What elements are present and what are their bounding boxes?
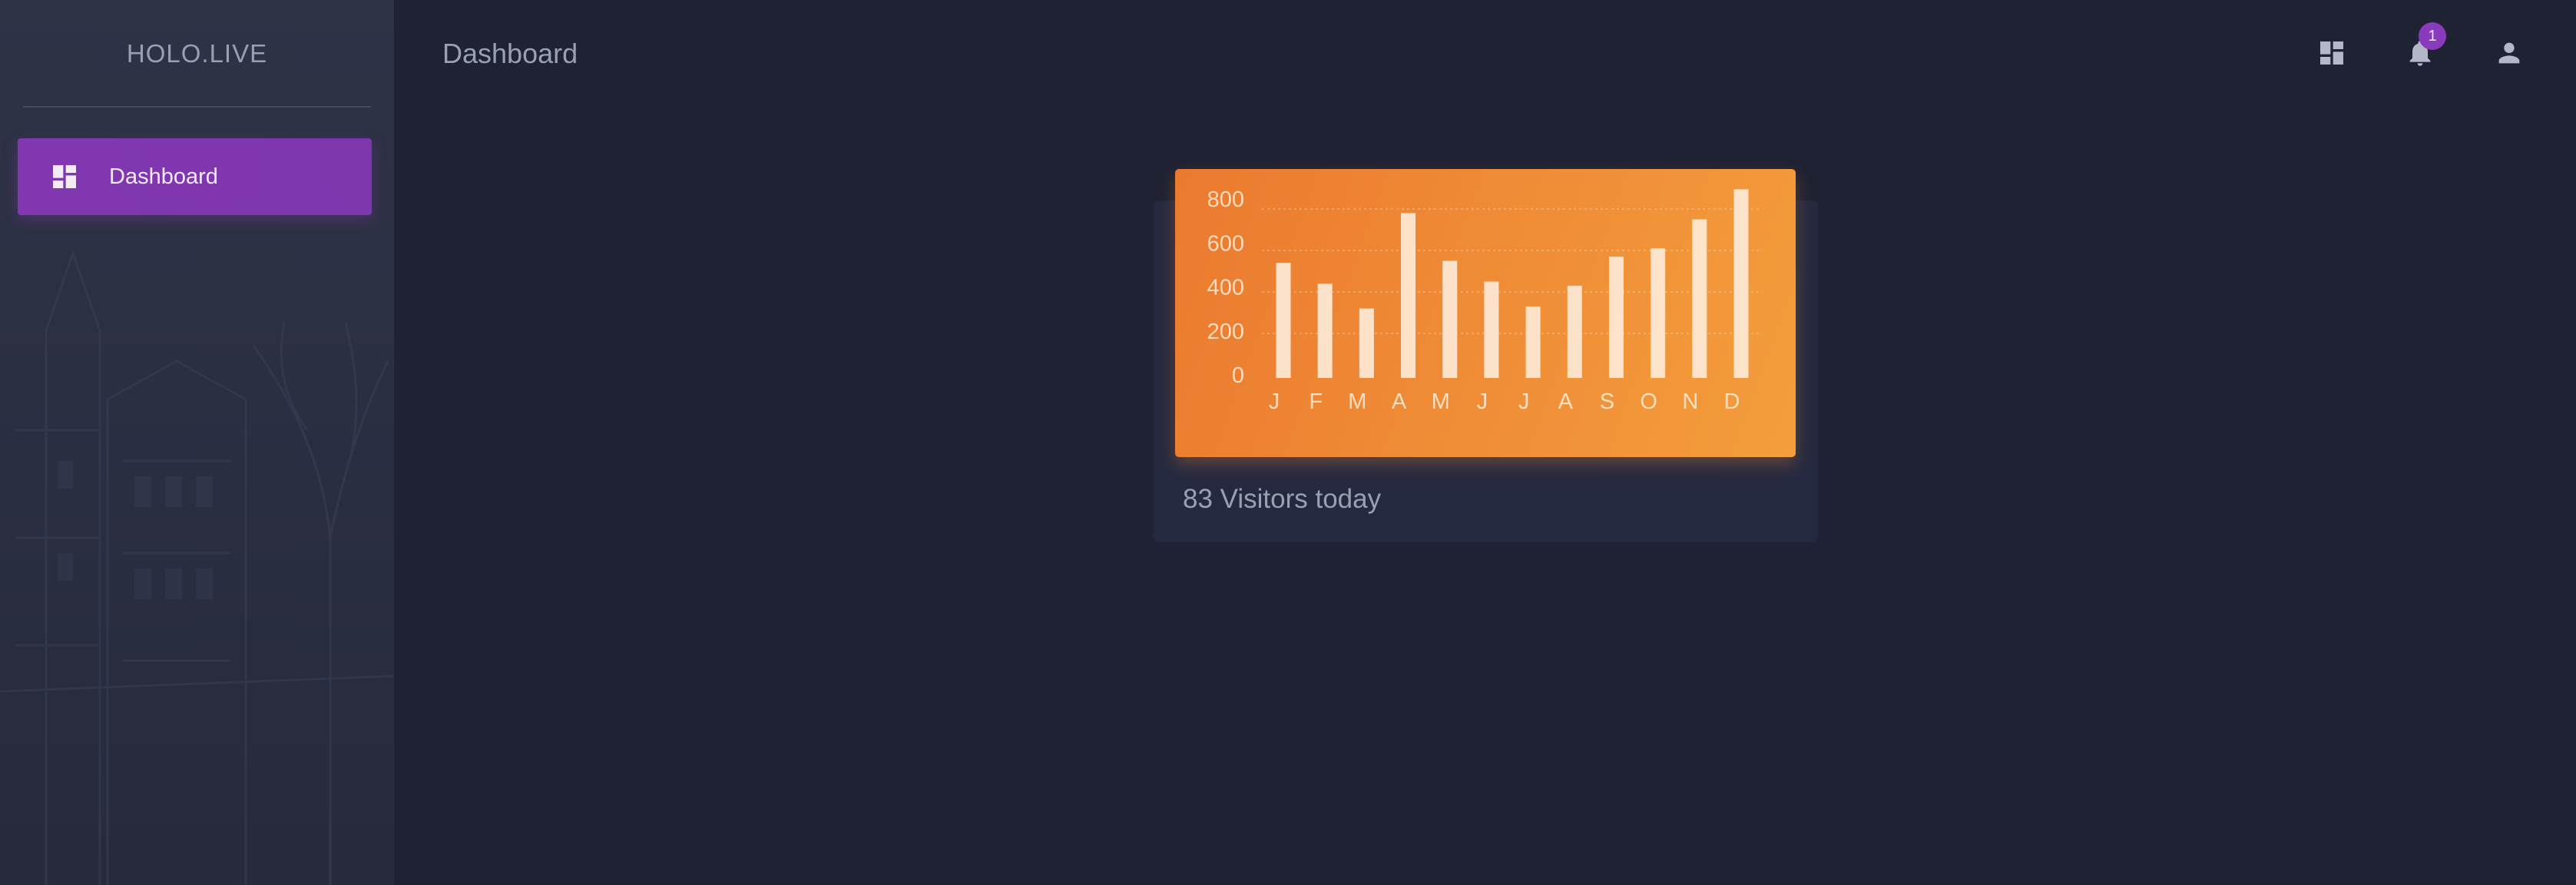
page-title: Dashboard <box>442 37 578 69</box>
x-tick-label: S <box>1600 389 1614 414</box>
x-tick-label: J <box>1477 389 1488 414</box>
chart-bar <box>1692 219 1707 378</box>
x-tick-label: D <box>1724 389 1740 414</box>
y-tick-label: 600 <box>1207 231 1244 256</box>
sidebar-item-dashboard[interactable]: Dashboard <box>18 138 372 215</box>
chart-bar <box>1317 283 1333 378</box>
chart-bar <box>1525 306 1541 378</box>
notification-badge: 1 <box>2419 22 2446 50</box>
chart-bar <box>1276 263 1291 378</box>
person-icon[interactable] <box>2494 38 2525 68</box>
top-navbar: Dashboard <box>394 0 2576 107</box>
chart-bar <box>1733 189 1749 378</box>
dashboard-icon <box>53 165 76 188</box>
x-tick-label: A <box>1558 389 1574 414</box>
sidebar-divider <box>23 106 371 108</box>
visitors-today-text: 83 Visitors today <box>1183 484 1382 514</box>
chart-bar <box>1651 248 1666 378</box>
visitors-chart-panel: 0 200 400 600 800 J F M A M J J A S O N D <box>1175 169 1796 457</box>
visitors-bar-chart: 0200400600800J F M A M J J A S O N D <box>1207 187 1763 414</box>
x-tick-label: M <box>1432 389 1450 414</box>
y-tick-label: 800 <box>1207 187 1244 212</box>
chart-bar <box>1567 285 1582 378</box>
x-tick-label: A <box>1392 389 1407 414</box>
x-tick-label: J <box>1518 389 1530 414</box>
chart-bar <box>1608 257 1624 378</box>
x-tick-label: O <box>1640 389 1657 414</box>
y-tick-label: 0 <box>1232 363 1244 388</box>
sidebar-item-label: Dashboard <box>109 164 218 189</box>
chart-bar <box>1359 308 1374 378</box>
x-tick-label: N <box>1682 389 1698 414</box>
chart-bar <box>1442 260 1458 378</box>
x-tick-label: M <box>1348 389 1366 414</box>
brand-logo-text[interactable]: HOLO.LIVE <box>0 0 394 107</box>
sidebar: HOLO.LIVE Dashboard <box>0 0 394 885</box>
x-tick-label: F <box>1309 389 1323 414</box>
y-tick-label: 200 <box>1207 320 1244 344</box>
y-tick-label: 400 <box>1207 276 1244 300</box>
x-tick-label: J <box>1269 389 1280 414</box>
chart-bar <box>1401 213 1416 378</box>
chart-bar <box>1484 281 1499 378</box>
dashboard-icon[interactable] <box>2316 38 2347 68</box>
sidebar-background-image <box>0 250 394 885</box>
